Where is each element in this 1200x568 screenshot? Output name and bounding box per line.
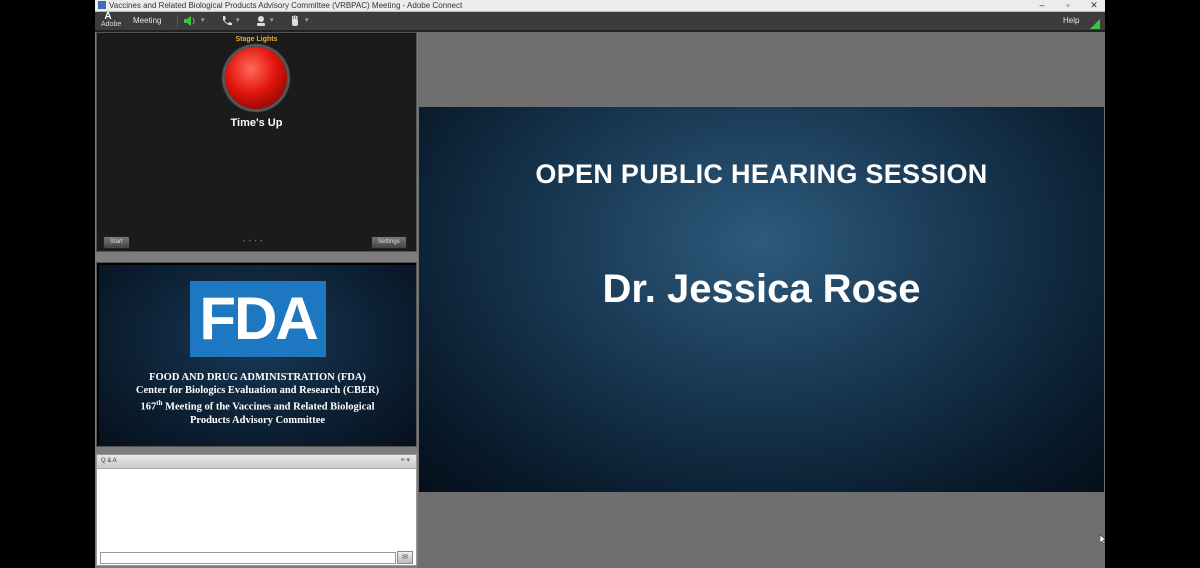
fda-line-3: 167th Meeting of the Vaccines and Relate… [140, 399, 375, 413]
stage-lights-pod: Stage Lights Time's Up Start • • • • Set… [96, 32, 417, 252]
connection-status-icon [1090, 16, 1100, 29]
start-button[interactable]: Start [103, 236, 130, 249]
raise-hand-caret-icon[interactable]: ▾ [305, 15, 309, 27]
speaker-icon[interactable] [183, 15, 197, 27]
adobe-logo: A Adobe [101, 11, 122, 29]
presentation-slide: OPEN PUBLIC HEARING SESSION Dr. Jessica … [419, 107, 1104, 492]
fda-line-2: Center for Biologics Evaluation and Rese… [135, 385, 380, 396]
close-button[interactable]: ✕ [1088, 0, 1100, 11]
window-title: Vaccines and Related Biological Products… [109, 1, 463, 10]
help-menu[interactable]: Help [1063, 12, 1079, 30]
phone-icon[interactable] [221, 15, 233, 27]
red-light-indicator [225, 47, 287, 109]
speaker-name: Dr. Jessica Rose [602, 267, 921, 311]
qa-pod: Q & A ≡ ▾ ✉ [96, 454, 417, 566]
webcam-caret-icon[interactable]: ▾ [270, 15, 274, 27]
fda-line-1: FOOD AND DRUG ADMINISTRATION (FDA) [149, 372, 366, 383]
settings-button[interactable]: Settings [371, 236, 407, 249]
minimize-button[interactable]: – [1036, 0, 1048, 11]
menu-bar: A Adobe Meeting ▾ ▾ ▾ ▾ Help [95, 12, 1105, 32]
pod-options-icon[interactable]: ≡ ▾ [400, 455, 410, 467]
adobe-connect-window: Vaccines and Related Biological Products… [95, 0, 1105, 568]
menu-meeting[interactable]: Meeting [133, 12, 161, 30]
fda-line-4: Products Advisory Committee [189, 414, 326, 426]
main-share-pod: OPEN PUBLIC HEARING SESSION Dr. Jessica … [418, 32, 1105, 568]
fda-title-slide: FDA FOOD AND DRUG ADMINISTRATION (FDA) C… [99, 265, 416, 446]
stage-lights-dots: • • • • [243, 239, 264, 245]
phone-caret-icon[interactable]: ▾ [236, 15, 240, 27]
slide-heading: OPEN PUBLIC HEARING SESSION [535, 159, 988, 189]
fda-logo: FDA [190, 281, 326, 357]
qa-question-input[interactable] [100, 552, 396, 564]
raise-hand-icon[interactable] [289, 15, 301, 27]
qa-title: Q & A [101, 458, 117, 464]
stage-lights-message: Time's Up [230, 117, 283, 129]
title-bar: Vaccines and Related Biological Products… [95, 0, 1105, 12]
mouse-cursor-icon [1099, 534, 1105, 545]
fda-meeting-text: FOOD AND DRUG ADMINISTRATION (FDA) Cente… [99, 371, 416, 427]
share-pod-fda: FDA FOOD AND DRUG ADMINISTRATION (FDA) C… [96, 262, 417, 447]
webcam-person-icon[interactable] [255, 15, 267, 27]
app-icon [98, 1, 106, 9]
toolbar-divider [177, 15, 178, 27]
speaker-caret-icon[interactable]: ▾ [201, 15, 205, 27]
restore-button[interactable]: ▫ [1062, 0, 1074, 11]
stage-lights-title: Stage Lights [235, 36, 278, 43]
send-question-icon[interactable]: ✉ [397, 551, 413, 564]
qa-header: Q & A ≡ ▾ [97, 455, 416, 469]
